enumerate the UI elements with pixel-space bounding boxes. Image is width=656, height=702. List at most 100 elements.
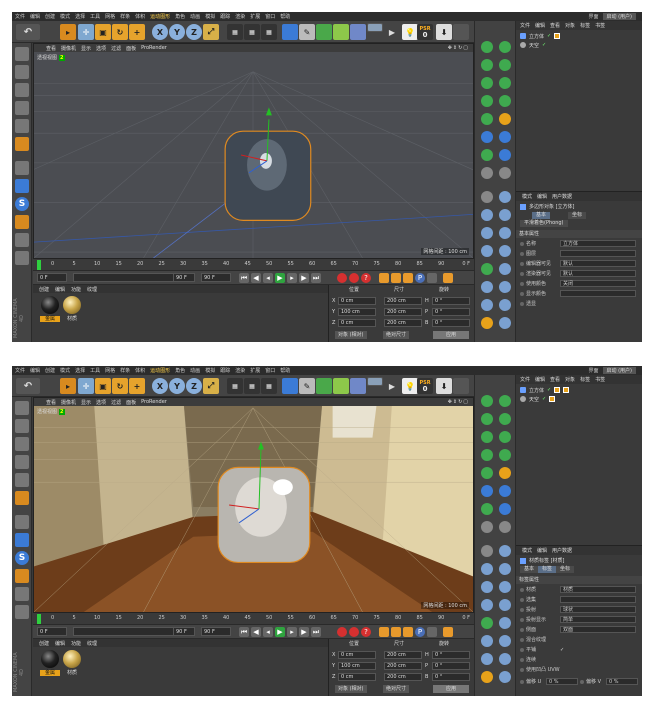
vp-menu-options[interactable]: 选项 <box>96 399 106 406</box>
phong-tag-icon[interactable] <box>554 387 561 393</box>
tab-phong[interactable]: 平滑着色(Phong) <box>520 220 568 227</box>
workplane-icon[interactable] <box>15 215 29 229</box>
autokey-icon[interactable] <box>349 627 359 637</box>
anim-dot[interactable] <box>520 618 524 622</box>
obj-menu-objects[interactable]: 对象 <box>565 376 575 383</box>
material-tag-icon[interactable] <box>549 396 556 402</box>
attr-value[interactable]: 球状 <box>560 606 636 613</box>
bookmark-icon[interactable] <box>453 24 469 40</box>
z-axis-lock-icon[interactable]: Z <box>186 378 202 394</box>
tube-icon[interactable] <box>499 245 511 257</box>
material-swatch[interactable] <box>41 650 59 668</box>
axis-mode-icon[interactable] <box>15 161 29 175</box>
attr-value[interactable]: 关闭 <box>560 280 636 287</box>
tab-basic[interactable]: 基本 <box>520 566 539 573</box>
record-icon[interactable] <box>337 273 347 283</box>
generator-icon[interactable] <box>316 24 332 40</box>
mat-menu-edit[interactable]: 编辑 <box>55 286 65 293</box>
figure-icon[interactable] <box>481 653 493 665</box>
field-icon[interactable] <box>367 23 383 32</box>
position-field[interactable]: 0 cm <box>338 651 376 659</box>
world-coords-icon[interactable]: ⤢ <box>203 24 219 40</box>
obj-menu-view[interactable]: 查看 <box>550 376 560 383</box>
vp-menu-filter[interactable]: 过滤 <box>111 45 121 52</box>
mograph-matrix-icon[interactable] <box>499 59 511 71</box>
lock-workplane-icon[interactable] <box>15 587 29 601</box>
position-field[interactable]: 0 cm <box>338 673 376 681</box>
empty-slot-icon[interactable] <box>481 167 493 179</box>
sky-icon[interactable] <box>499 485 511 497</box>
anim-dot[interactable] <box>520 588 524 592</box>
menu-edit[interactable]: 编辑 <box>30 367 40 374</box>
vp-menu-cameras[interactable]: 摄像机 <box>61 399 76 406</box>
add-tool-icon[interactable]: + <box>129 24 145 40</box>
render-picture-viewer-icon[interactable]: ▦ <box>244 24 260 40</box>
tag-icon[interactable] <box>499 113 511 125</box>
select-tool-icon[interactable]: ▸ <box>60 24 76 40</box>
psr-indicator[interactable]: PSR 0 <box>417 378 433 394</box>
attr-value[interactable]: 默认 <box>560 260 636 267</box>
tweak-mode-icon[interactable] <box>15 533 29 547</box>
texture-mode-icon[interactable] <box>15 437 29 451</box>
menu-window[interactable]: 窗口 <box>265 367 275 374</box>
go-start-icon[interactable]: ⏮ <box>239 273 249 283</box>
next-frame-icon[interactable]: ▸ <box>287 627 297 637</box>
vp-menu-view[interactable]: 查看 <box>46 399 56 406</box>
cylinder-icon[interactable] <box>481 209 493 221</box>
points-mode-icon[interactable] <box>15 101 29 115</box>
empty-slot-icon[interactable] <box>499 521 511 533</box>
anim-dot[interactable] <box>520 648 524 652</box>
vp-menu-display[interactable]: 显示 <box>81 399 91 406</box>
next-frame-icon[interactable]: ▸ <box>287 273 297 283</box>
menu-tools[interactable]: 工具 <box>90 13 100 20</box>
polygons-mode-icon[interactable] <box>15 137 29 151</box>
sphere-icon[interactable] <box>499 191 511 203</box>
obj-menu-edit[interactable]: 编辑 <box>535 22 545 29</box>
x-axis-lock-icon[interactable]: X <box>152 24 168 40</box>
prev-key-icon[interactable]: ◀ <box>251 273 261 283</box>
autokey-icon[interactable] <box>349 273 359 283</box>
edges-mode-icon[interactable] <box>15 119 29 133</box>
obj-menu-file[interactable]: 文件 <box>520 22 530 29</box>
plane-icon[interactable] <box>499 563 511 575</box>
timeline-menu-icon[interactable] <box>443 273 453 283</box>
platonic-icon[interactable] <box>499 635 511 647</box>
next-key-icon[interactable]: ▶ <box>299 273 309 283</box>
playhead[interactable] <box>37 260 41 270</box>
menu-track[interactable]: 跟踪 <box>220 367 230 374</box>
cone-icon[interactable] <box>481 581 493 593</box>
scale-tool-icon[interactable]: ▣ <box>95 378 111 394</box>
apply-button[interactable]: 应用 <box>433 685 469 693</box>
anim-dot[interactable] <box>520 302 524 306</box>
anim-dot[interactable] <box>520 252 524 256</box>
tweak-mode-icon[interactable] <box>15 179 29 193</box>
tab-tag[interactable]: 标签 <box>538 566 557 573</box>
obj-menu-bookmarks[interactable]: 书签 <box>595 376 605 383</box>
bookmark-icon[interactable] <box>453 378 469 394</box>
globe-icon[interactable] <box>499 503 511 515</box>
key-rot-icon[interactable] <box>403 627 413 637</box>
pyramid-icon[interactable] <box>499 653 511 665</box>
mat-menu-create[interactable]: 创建 <box>39 640 49 647</box>
go-end-icon[interactable]: ⏭ <box>311 273 321 283</box>
tag-icon[interactable] <box>499 467 511 479</box>
menu-simulate[interactable]: 模拟 <box>205 13 215 20</box>
download-icon[interactable]: ⬇ <box>436 24 452 40</box>
move-tool-icon[interactable]: ✛ <box>78 378 94 394</box>
tracer-icon[interactable] <box>499 431 511 443</box>
rotation-field[interactable]: 0 ° <box>432 308 470 316</box>
obj-menu-bookmarks[interactable]: 书签 <box>595 22 605 29</box>
capsule-icon[interactable] <box>481 599 493 611</box>
menu-character[interactable]: 角色 <box>175 13 185 20</box>
render-view-icon[interactable]: ▦ <box>227 24 243 40</box>
menu-mode[interactable]: 模式 <box>60 367 70 374</box>
end-frame-field[interactable]: 90 F <box>173 627 195 636</box>
phong-tag-icon[interactable] <box>554 33 561 39</box>
material-name[interactable]: 金属 <box>40 316 60 322</box>
start-frame-field[interactable]: 0 F <box>37 273 67 282</box>
next-key-icon[interactable]: ▶ <box>299 627 309 637</box>
anim-dot[interactable] <box>520 598 524 602</box>
size-field[interactable]: 200 cm <box>384 308 422 316</box>
globe-icon[interactable] <box>499 149 511 161</box>
object-row-cube[interactable]: 立方体 ✓ <box>520 32 561 40</box>
